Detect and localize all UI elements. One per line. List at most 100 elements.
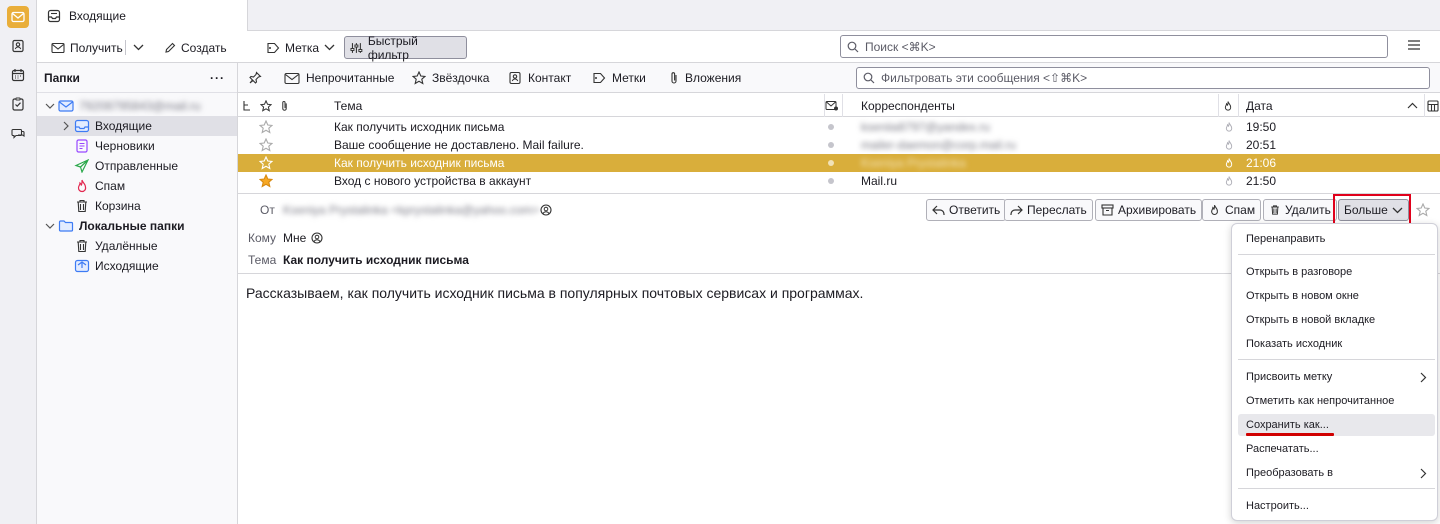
- message-row[interactable]: Как получить исходник письма Kseniya Prys…: [238, 154, 1440, 172]
- search-icon: [863, 72, 875, 84]
- read-status-toggle[interactable]: [827, 172, 835, 190]
- chevron-right-icon[interactable]: [58, 121, 74, 131]
- attachment-column[interactable]: [280, 94, 289, 117]
- folder-trash[interactable]: Корзина: [37, 196, 237, 216]
- message-row[interactable]: Как получить исходник письма kseniia8797@…: [238, 118, 1440, 136]
- junk-toggle[interactable]: [1223, 154, 1235, 172]
- filter-unread-button[interactable]: Непрочитанные: [280, 67, 398, 89]
- menu-item[interactable]: Открыть в новом окне: [1238, 285, 1435, 307]
- contact-status-icon[interactable]: [540, 204, 552, 216]
- reply-icon: [932, 205, 945, 215]
- folder-drafts[interactable]: Черновики: [37, 136, 237, 156]
- sticky-filter-button[interactable]: [244, 67, 266, 89]
- star-toggle[interactable]: [259, 136, 273, 154]
- fire-icon: [1225, 140, 1233, 150]
- menu-item[interactable]: Открыть в новой вкладке: [1238, 309, 1435, 331]
- junk-toggle[interactable]: [1223, 118, 1235, 136]
- more-button[interactable]: Больше: [1338, 199, 1409, 221]
- read-status-column[interactable]: [824, 94, 839, 117]
- star-icon[interactable]: [1416, 203, 1430, 217]
- menu-item[interactable]: Настроить...: [1238, 495, 1435, 517]
- chevron-down-icon[interactable]: [42, 103, 58, 110]
- subject-column[interactable]: Тема: [334, 94, 362, 117]
- filter-unread-label: Непрочитанные: [306, 71, 395, 85]
- star-toggle[interactable]: [259, 118, 273, 136]
- column-picker-button[interactable]: [1424, 94, 1439, 117]
- read-dot-icon: [828, 178, 834, 184]
- menu-item-label: Показать исходник: [1246, 338, 1343, 350]
- junk-status-column[interactable]: [1218, 94, 1234, 117]
- global-search-input[interactable]: Поиск <⌘K>: [840, 35, 1388, 58]
- local-folders-row[interactable]: Локальные папки: [37, 216, 237, 236]
- star-toggle[interactable]: [259, 154, 273, 172]
- write-button[interactable]: Создать: [159, 36, 232, 59]
- folder-label: Черновики: [95, 139, 155, 153]
- folder-sent[interactable]: Отправленные: [37, 156, 237, 176]
- calendar-space-button[interactable]: [7, 64, 29, 86]
- menu-item[interactable]: Отметить как непрочитанное: [1238, 390, 1435, 412]
- mail-space-button[interactable]: [7, 6, 29, 28]
- contact-icon: [509, 71, 521, 85]
- folder-spam[interactable]: Спам: [37, 176, 237, 196]
- menu-item-label: Отметить как непрочитанное: [1246, 395, 1395, 407]
- app-menu-button[interactable]: [1407, 39, 1421, 51]
- folder-outbox[interactable]: Исходящие: [37, 256, 237, 276]
- account-row[interactable]: 79208795843@mail.ru: [37, 96, 237, 116]
- spam-button[interactable]: Спам: [1202, 199, 1262, 221]
- chevron-down-icon[interactable]: [42, 223, 58, 230]
- menu-item[interactable]: Открыть в разговоре: [1238, 261, 1435, 283]
- from-value[interactable]: Kseniya Prystalinka <kprystalinka@yahoo.…: [283, 203, 539, 217]
- filter-attachments-button[interactable]: Вложения: [665, 67, 745, 89]
- quick-filter-button[interactable]: Быстрый фильтр: [344, 34, 467, 62]
- date-column[interactable]: Дата: [1238, 94, 1422, 117]
- menu-item[interactable]: Присвоить метку: [1238, 366, 1435, 388]
- read-dot-icon: [828, 142, 834, 148]
- filter-starred-label: Звёздочка: [432, 71, 490, 85]
- tag-button[interactable]: Метка: [261, 36, 340, 59]
- forward-button[interactable]: Переслать: [1004, 199, 1093, 221]
- get-messages-label: Получить: [70, 40, 123, 55]
- folder-pane-more-button[interactable]: ···: [210, 71, 225, 85]
- menu-item[interactable]: Распечатать...: [1238, 438, 1435, 460]
- tasks-space-button[interactable]: [7, 93, 29, 115]
- read-status-toggle[interactable]: [827, 118, 835, 136]
- filter-starred-button[interactable]: Звёздочка: [408, 67, 493, 89]
- filter-tags-button[interactable]: Метки: [588, 67, 650, 89]
- read-status-toggle[interactable]: [827, 136, 835, 154]
- filter-contact-label: Контакт: [528, 71, 572, 85]
- folder-deleted[interactable]: Удалённые: [37, 236, 237, 256]
- archive-button[interactable]: Архивировать: [1095, 199, 1203, 221]
- column-picker-icon: [1427, 99, 1439, 112]
- filter-contact-button[interactable]: Контакт: [504, 67, 575, 89]
- filter-messages-input[interactable]: Фильтровать эти сообщения <⇧⌘K>: [856, 67, 1430, 89]
- message-row[interactable]: Ваше сообщение не доставлено. Mail failu…: [238, 136, 1440, 154]
- chevron-down-icon: [324, 44, 335, 51]
- fire-icon: [1224, 100, 1232, 111]
- menu-item[interactable]: Преобразовать в: [1238, 462, 1435, 484]
- message-row[interactable]: Вход с нового устройства в аккаунт Mail.r…: [238, 172, 1440, 190]
- folder-inbox[interactable]: Входящие: [37, 116, 237, 136]
- thread-column[interactable]: [242, 94, 252, 117]
- junk-toggle[interactable]: [1223, 136, 1235, 154]
- junk-toggle[interactable]: [1223, 172, 1235, 190]
- star-column[interactable]: [260, 94, 272, 117]
- to-value[interactable]: Мне: [283, 231, 306, 245]
- address-book-space-button[interactable]: [7, 35, 29, 57]
- star-toggle[interactable]: [259, 172, 273, 190]
- chat-space-button[interactable]: [7, 122, 29, 144]
- get-messages-dropdown[interactable]: [129, 36, 148, 59]
- menu-item[interactable]: Показать исходник: [1238, 333, 1435, 355]
- inbox-icon: [47, 9, 61, 22]
- correspondents-column[interactable]: Корреспонденты: [842, 94, 955, 117]
- read-status-toggle[interactable]: [827, 154, 835, 172]
- message-list-header: Тема Корреспонденты Дата: [238, 94, 1440, 117]
- menu-item[interactable]: Сохранить как...: [1238, 414, 1435, 436]
- delete-button[interactable]: Удалить: [1263, 199, 1337, 221]
- contact-status-icon[interactable]: [311, 232, 323, 244]
- get-messages-button[interactable]: Получить: [46, 36, 128, 59]
- download-mail-icon: [51, 42, 65, 53]
- chevron-down-icon: [1392, 207, 1403, 213]
- reply-button[interactable]: Ответить: [926, 199, 1007, 221]
- menu-item[interactable]: Перенаправить: [1238, 228, 1435, 250]
- tab-inbox[interactable]: Входящие: [37, 0, 248, 32]
